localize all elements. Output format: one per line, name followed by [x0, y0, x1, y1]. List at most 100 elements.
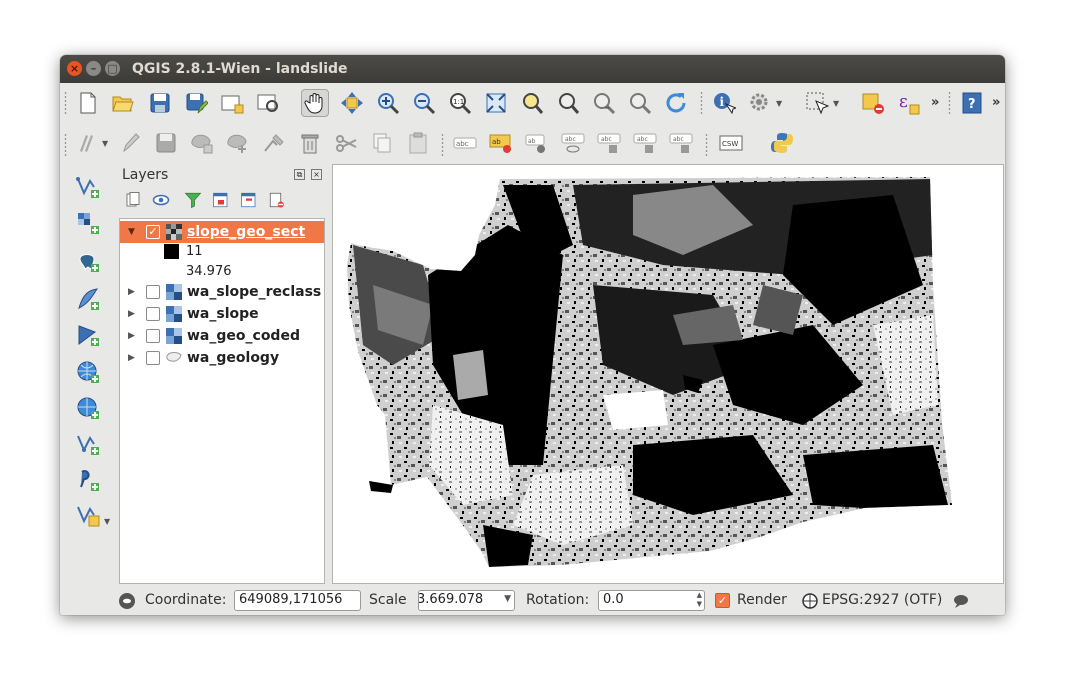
message-log-icon[interactable]	[953, 594, 969, 608]
scale-combobox[interactable]: 3.669.078 ▼	[418, 590, 515, 611]
zoom-next-icon[interactable]	[626, 89, 654, 117]
window-maximize-button[interactable]: □	[105, 61, 120, 76]
select-icon[interactable]	[803, 89, 831, 117]
select-dropdown[interactable]: ▼	[833, 99, 839, 108]
expand-arrow[interactable]: ▼	[128, 227, 140, 237]
window-minimize-button[interactable]: –	[86, 61, 101, 76]
messages-icon[interactable]	[118, 592, 136, 610]
pan-to-selection-icon[interactable]	[338, 89, 366, 117]
toolbar-overflow-button[interactable]: »	[931, 95, 939, 110]
expand-arrow[interactable]: ▶	[128, 309, 140, 319]
python-console-icon[interactable]	[768, 129, 796, 157]
add-postgis-layer-icon[interactable]	[74, 247, 102, 275]
toolbar-grip[interactable]	[64, 91, 67, 115]
add-raster-layer-icon[interactable]	[74, 209, 102, 237]
csw-icon[interactable]: CSW	[717, 129, 745, 157]
expand-arrow[interactable]: ▶	[128, 287, 140, 297]
expression-icon[interactable]: ε	[895, 89, 923, 117]
layer-visibility-checkbox[interactable]	[146, 351, 160, 365]
copy-icon[interactable]	[368, 129, 396, 157]
layer-item-wa-geo-coded[interactable]: ▶ wa_geo_coded	[120, 325, 324, 347]
current-edits-dropdown[interactable]: ▼	[102, 139, 108, 148]
new-print-composer-icon[interactable]	[218, 89, 246, 117]
zoom-in-icon[interactable]	[374, 89, 402, 117]
layer-visibility-checkbox[interactable]: ✓	[146, 225, 160, 239]
zoom-to-selection-icon[interactable]	[518, 89, 546, 117]
action-dropdown[interactable]: ▼	[776, 99, 782, 108]
crs-globe-icon[interactable]	[802, 593, 818, 609]
label-icon[interactable]: abc	[451, 129, 479, 157]
add-spatialite-layer-icon[interactable]	[74, 285, 102, 313]
toolbar-grip[interactable]	[700, 91, 703, 115]
window-close-button[interactable]: ×	[67, 61, 82, 76]
composer-manager-icon[interactable]	[254, 89, 282, 117]
layer-visibility-checkbox[interactable]	[146, 307, 160, 321]
identify-icon[interactable]: i	[710, 89, 738, 117]
toolbar-grip[interactable]	[948, 91, 951, 115]
layer-labeling-icon[interactable]: ab	[487, 129, 515, 157]
new-shapefile-icon[interactable]	[74, 501, 102, 529]
layer-item-wa-geology[interactable]: ▶ wa_geology	[120, 347, 324, 369]
add-delimited-text-icon[interactable]	[74, 466, 102, 494]
layer-item-wa-slope[interactable]: ▶ wa_slope	[120, 303, 324, 325]
filter-legend-icon[interactable]	[182, 189, 204, 211]
chevron-down-icon[interactable]: ▼	[504, 594, 511, 604]
remove-layer-icon[interactable]	[266, 189, 288, 211]
deselect-icon[interactable]	[859, 89, 887, 117]
layer-visibility-checkbox[interactable]	[146, 285, 160, 299]
delete-selected-icon[interactable]	[296, 129, 324, 157]
add-feature-icon[interactable]	[188, 129, 216, 157]
new-layer-dropdown[interactable]: ▼	[104, 517, 110, 526]
layer-item-wa-slope-reclass[interactable]: ▶ wa_slope_reclass	[120, 281, 324, 303]
toolbar-overflow-button-2[interactable]: »	[992, 95, 1000, 110]
pin-labels-icon[interactable]: ab	[523, 129, 551, 157]
save-edits-icon[interactable]	[152, 129, 180, 157]
layers-panel-float-button[interactable]: ⧉	[294, 169, 305, 180]
add-mssql-layer-icon[interactable]	[74, 321, 102, 349]
rotation-spinbox[interactable]: 0.0 ▲ ▼	[598, 590, 705, 611]
change-label-icon[interactable]: abc	[667, 129, 695, 157]
expand-all-icon[interactable]	[210, 189, 232, 211]
manage-visibility-icon[interactable]	[150, 189, 172, 211]
current-edits-icon[interactable]	[74, 129, 102, 157]
toolbar-grip[interactable]	[441, 133, 444, 157]
add-wfs-layer-icon[interactable]	[74, 430, 102, 458]
cut-icon[interactable]	[332, 129, 360, 157]
pan-icon[interactable]	[301, 89, 329, 117]
layers-panel-close-button[interactable]: ×	[311, 169, 322, 180]
save-project-icon[interactable]	[146, 89, 174, 117]
layer-item-slope-geo-sect[interactable]: ▼ ✓ slope_geo_sect	[120, 221, 324, 243]
add-vector-layer-icon[interactable]	[74, 173, 102, 201]
paste-icon[interactable]	[404, 129, 432, 157]
zoom-to-layer-icon[interactable]	[554, 89, 582, 117]
toggle-editing-icon[interactable]	[116, 129, 144, 157]
toolbar-grip[interactable]	[64, 133, 67, 157]
render-checkbox[interactable]: ✓	[715, 593, 730, 608]
collapse-all-icon[interactable]	[238, 189, 260, 211]
open-project-icon[interactable]	[109, 89, 137, 117]
zoom-full-icon[interactable]	[482, 89, 510, 117]
toolbar-grip[interactable]	[705, 133, 708, 157]
save-as-icon[interactable]	[182, 89, 210, 117]
zoom-out-icon[interactable]	[410, 89, 438, 117]
refresh-icon[interactable]	[662, 89, 690, 117]
show-hide-labels-icon[interactable]: abc	[559, 129, 587, 157]
move-feature-icon[interactable]	[224, 129, 252, 157]
new-project-icon[interactable]	[74, 89, 102, 117]
node-tool-icon[interactable]	[260, 129, 288, 157]
map-canvas[interactable]	[332, 164, 1004, 584]
zoom-last-icon[interactable]	[590, 89, 618, 117]
layer-visibility-checkbox[interactable]	[146, 329, 160, 343]
move-label-icon[interactable]: abc	[595, 129, 623, 157]
zoom-native-icon[interactable]: 1:1	[446, 89, 474, 117]
crs-label[interactable]: EPSG:2927 (OTF)	[822, 592, 942, 608]
action-icon[interactable]	[746, 89, 774, 117]
expand-arrow[interactable]: ▶	[128, 331, 140, 341]
spin-arrows-icon[interactable]: ▲ ▼	[697, 591, 702, 609]
coordinate-field[interactable]: 649089,171056	[234, 590, 361, 611]
expand-arrow[interactable]: ▶	[128, 353, 140, 363]
add-wcs-layer-icon[interactable]	[74, 394, 102, 422]
add-group-icon[interactable]	[122, 189, 144, 211]
help-icon[interactable]: ?	[958, 89, 986, 117]
add-wms-layer-icon[interactable]	[74, 358, 102, 386]
